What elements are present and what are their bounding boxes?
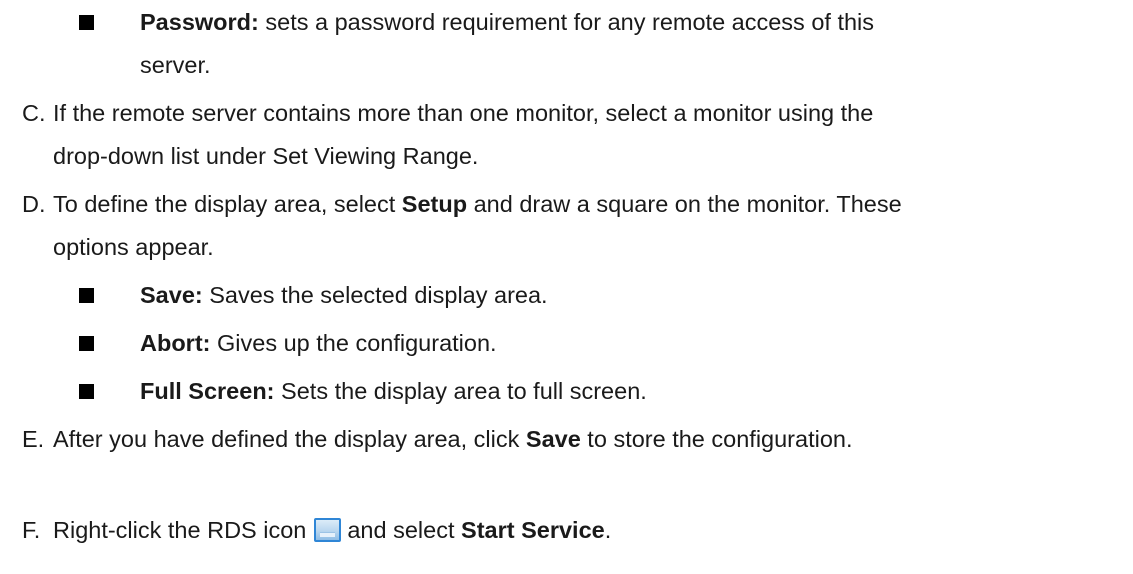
step-e-save-term: Save [525, 426, 581, 452]
bullet-square-icon [79, 336, 94, 351]
bullet-square-icon [79, 15, 94, 30]
step-d-setup-term: Setup [401, 191, 468, 217]
step-d-text-a: To define the display area, select [53, 191, 402, 217]
step-f-start-service-term: Start Service [461, 517, 605, 543]
step-d-marker: D. [22, 191, 46, 217]
step-d-text-b: and draw a square on the monitor. These [467, 191, 902, 217]
bullet-square-icon [79, 288, 94, 303]
step-f-text-a: Right-click the RDS icon [53, 517, 307, 543]
step-e-line: After you have defined the display area,… [53, 424, 853, 454]
option-label: Save: [140, 282, 203, 308]
step-c-line2: drop-down list under Set Viewing Range. [53, 143, 479, 169]
option-abort: Abort: Gives up the configuration. [140, 328, 497, 358]
step-f-line: Right-click the RDS icon and select Start… [53, 515, 611, 545]
option-label: Full Screen: [140, 378, 275, 404]
password-label: Password: [140, 9, 259, 35]
step-e-marker: E. [22, 426, 45, 452]
option-text: Sets the display area to full screen. [274, 378, 647, 404]
step-c-marker: C. [22, 100, 46, 126]
option-label: Abort: [140, 330, 211, 356]
document-page: Password: sets a password requirement fo… [0, 0, 1133, 574]
step-d-line1: To define the display area, select Setup… [53, 189, 902, 219]
step-d-line2: options appear. [53, 234, 214, 260]
option-full-screen: Full Screen: Sets the display area to fu… [140, 376, 647, 406]
password-item-line2: server. [140, 52, 211, 78]
option-text: Gives up the configuration. [210, 330, 497, 356]
step-e-text-a: After you have defined the display area,… [53, 426, 526, 452]
password-text: sets a password requirement for any remo… [258, 9, 875, 35]
option-save: Save: Saves the selected display area. [140, 280, 548, 310]
step-e-text-b: to store the configuration. [580, 426, 853, 452]
rds-icon [314, 518, 342, 542]
step-f-text-c: . [604, 517, 612, 543]
bullet-square-icon [79, 384, 94, 399]
option-text: Saves the selected display area. [202, 282, 548, 308]
password-item-line1: Password: sets a password requirement fo… [140, 7, 874, 37]
step-c-line1: If the remote server contains more than … [53, 100, 874, 126]
step-f-marker: F. [22, 517, 41, 543]
step-f-text-b: and select [347, 517, 462, 543]
